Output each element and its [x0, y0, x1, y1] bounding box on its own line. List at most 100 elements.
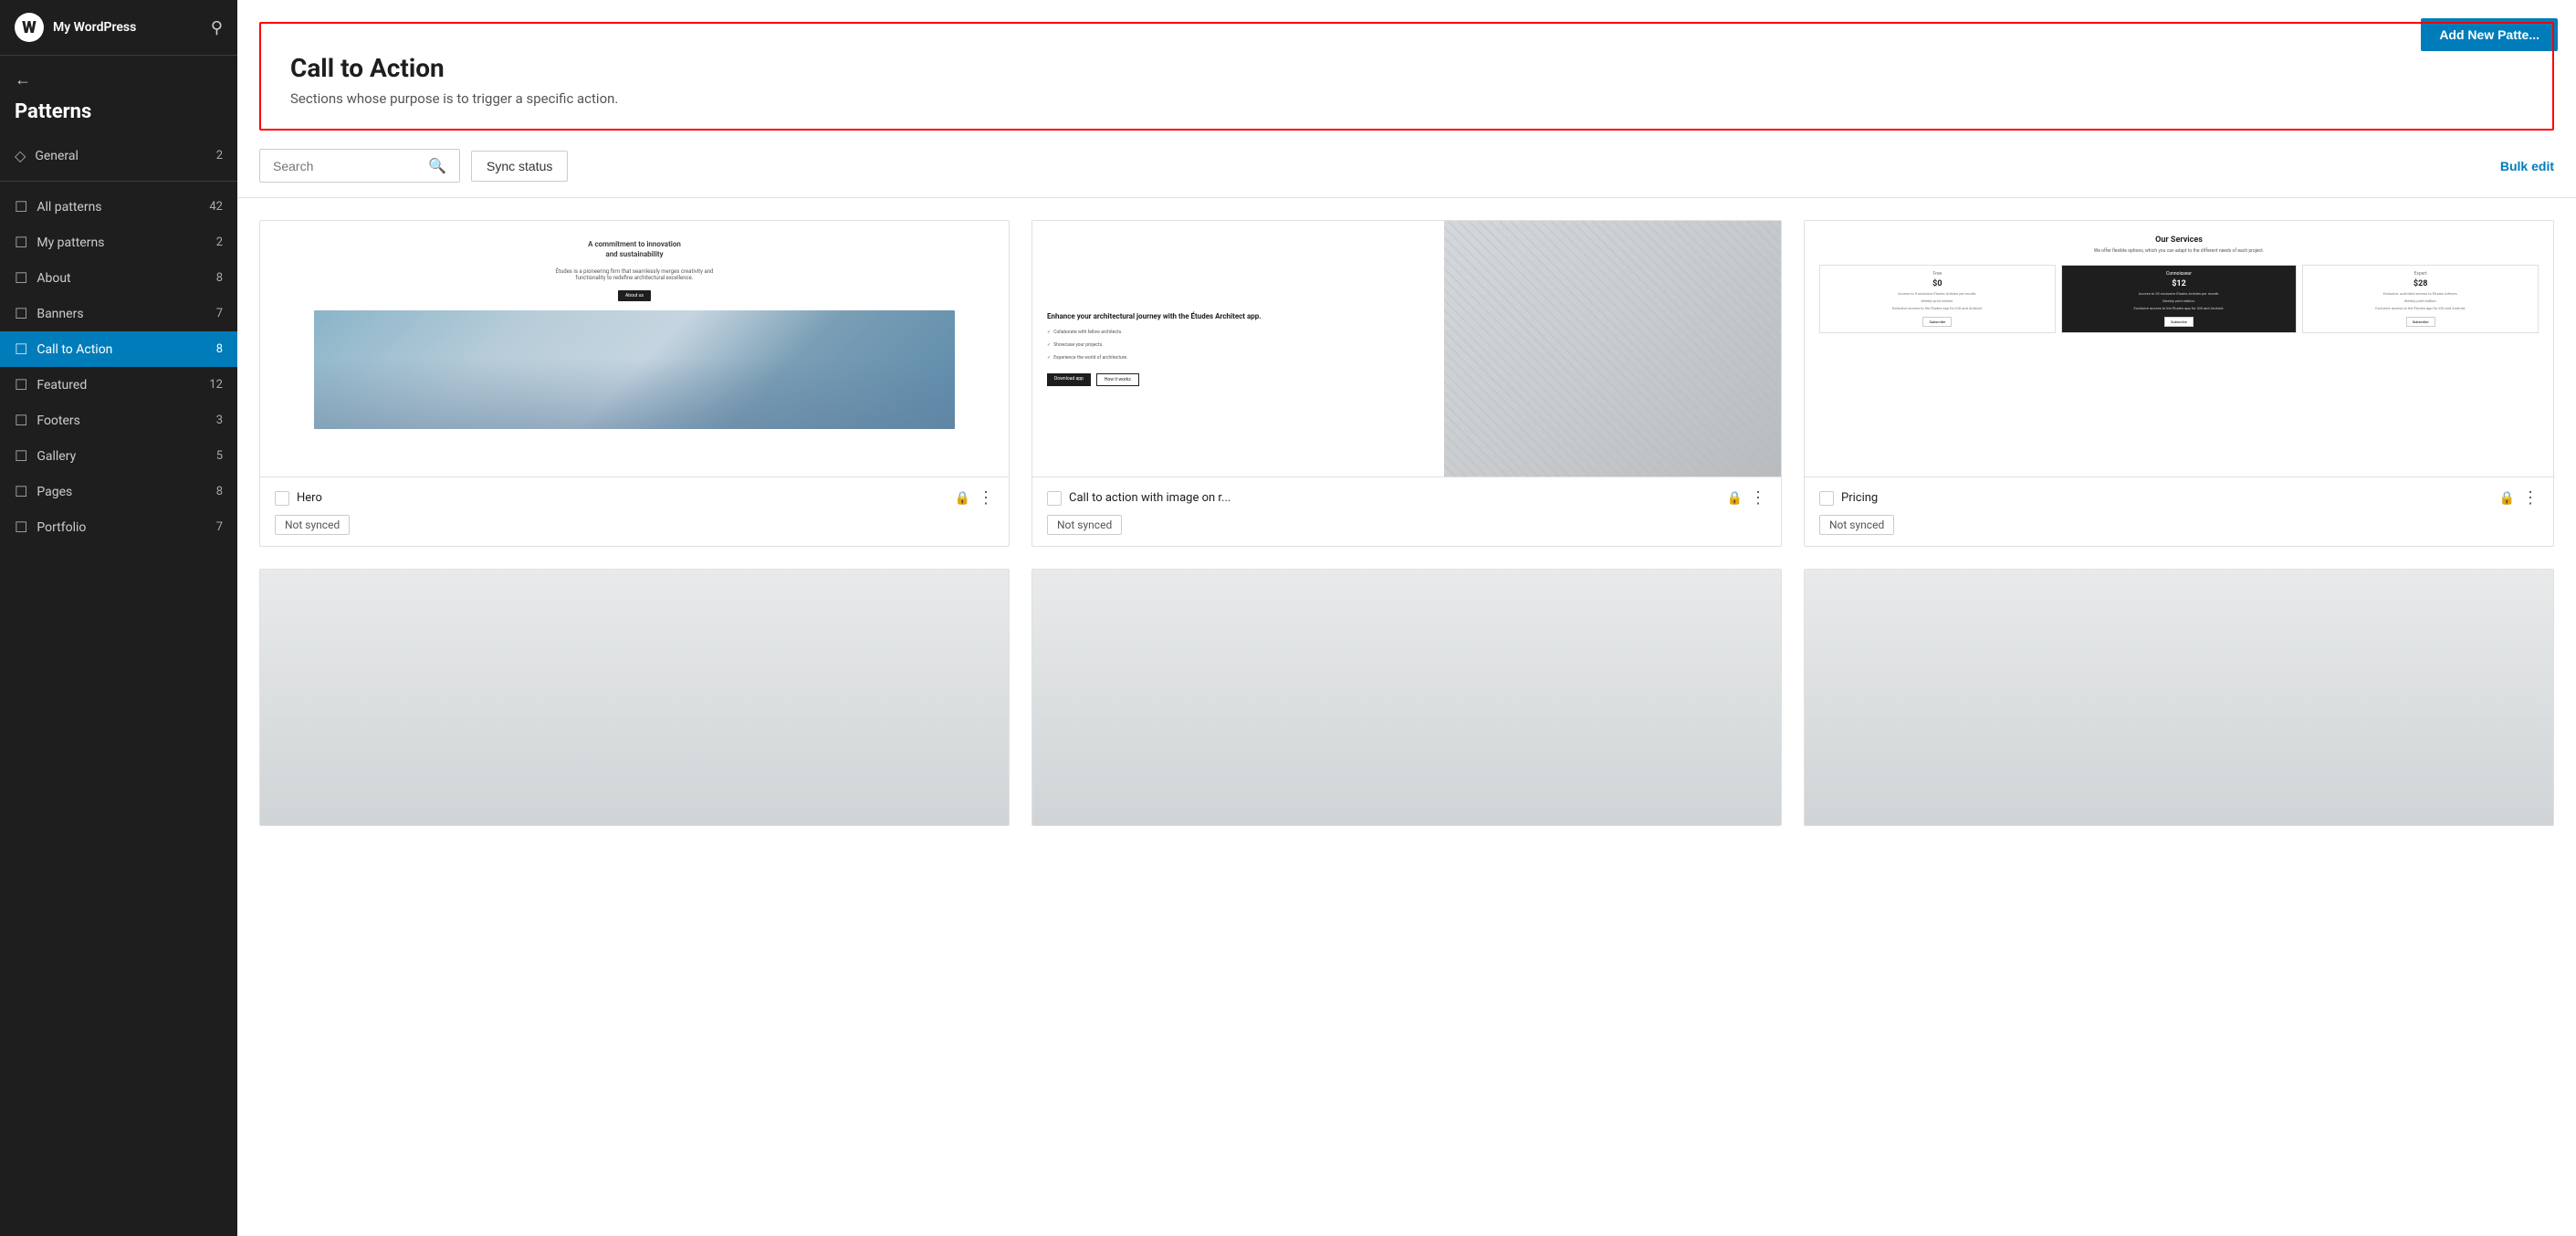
- sidebar-item-count-gallery: 5: [216, 449, 223, 463]
- wp-logo[interactable]: W: [15, 13, 44, 42]
- sidebar-item-label-call-to-action: Call to Action: [37, 342, 206, 357]
- sidebar-item-count-pages: 8: [216, 485, 223, 498]
- cta-preview-image: [1444, 221, 1781, 477]
- pattern-preview-pricing[interactable]: Our Services We offer flexible options, …: [1805, 221, 2553, 477]
- pricing-tier-expert: Expert: [2414, 271, 2427, 277]
- gallery-icon: ☐: [15, 447, 27, 465]
- header-search-icon[interactable]: ⚲: [211, 18, 223, 37]
- cta-pattern-name: Call to action with image on r...: [1069, 491, 1720, 505]
- hero-menu-icon[interactable]: ⋮: [978, 488, 994, 508]
- pricing-subscribe-connoisseur[interactable]: Subscribe: [2164, 317, 2194, 327]
- sidebar-item-pages[interactable]: ☐ Pages 8: [0, 474, 237, 509]
- pattern-preview-hero[interactable]: A commitment to innovationand sustainabi…: [260, 221, 1009, 477]
- hero-lock-icon: 🔒: [955, 491, 970, 506]
- sidebar-item-label-pages: Pages: [37, 485, 206, 499]
- sidebar-item-call-to-action[interactable]: ☐ Call to Action 8: [0, 331, 237, 367]
- sidebar-item-general[interactable]: ◇ General 2: [0, 138, 237, 173]
- pattern-card-placeholder-3: [1804, 569, 2554, 826]
- hero-checkbox[interactable]: [275, 491, 289, 506]
- bulk-edit-button[interactable]: Bulk edit: [2500, 159, 2554, 173]
- pattern-card-pricing: Our Services We offer flexible options, …: [1804, 220, 2554, 547]
- sidebar-item-count-portfolio: 7: [216, 520, 223, 534]
- toolbar: 🔍 Sync status Bulk edit: [237, 131, 2576, 198]
- sidebar-item-label-my-patterns: My patterns: [37, 236, 206, 250]
- cta-menu-icon[interactable]: ⋮: [1750, 488, 1766, 508]
- pattern-card-placeholder-2: [1031, 569, 1782, 826]
- pattern-card-name-row-cta: Call to action with image on r... 🔒 ⋮: [1047, 488, 1766, 508]
- hero-preview-subtitle: Études is a pioneering firm that seamles…: [556, 268, 714, 281]
- cta-text-side: Enhance your architectural journey with …: [1032, 221, 1444, 477]
- sidebar-item-count-all-patterns: 42: [209, 200, 223, 214]
- hero-preview-button: About us: [618, 290, 651, 301]
- my-patterns-icon: ☐: [15, 234, 27, 251]
- placeholder-3-preview: [1805, 570, 2553, 825]
- pricing-menu-icon[interactable]: ⋮: [2522, 488, 2539, 508]
- search-input[interactable]: [273, 159, 421, 173]
- pricing-subscribe-expert[interactable]: Subscribe: [2406, 317, 2435, 327]
- sidebar-item-gallery[interactable]: ☐ Gallery 5: [0, 438, 237, 474]
- sidebar-item-featured[interactable]: ☐ Featured 12: [0, 367, 237, 403]
- sidebar-item-portfolio[interactable]: ☐ Portfolio 7: [0, 509, 237, 545]
- sync-status-button[interactable]: Sync status: [471, 151, 568, 182]
- sidebar-item-my-patterns[interactable]: ☐ My patterns 2: [0, 225, 237, 260]
- pages-icon: ☐: [15, 483, 27, 500]
- sidebar-item-count-footers: 3: [216, 414, 223, 427]
- sidebar-item-label-banners: Banners: [37, 307, 206, 321]
- hero-preview-title: A commitment to innovationand sustainabi…: [588, 239, 681, 259]
- pattern-grid: A commitment to innovationand sustainabi…: [237, 198, 2576, 848]
- cta-preview-item-3: Experience the world of architecture.: [1047, 355, 1429, 361]
- sidebar-divider-1: [0, 181, 237, 182]
- cta-checkbox[interactable]: [1047, 491, 1062, 506]
- pattern-card-name-row-pricing: Pricing 🔒 ⋮: [1819, 488, 2539, 508]
- pattern-card-cta-image: Enhance your architectural journey with …: [1031, 220, 1782, 547]
- pricing-lock-icon: 🔒: [2499, 491, 2515, 506]
- pattern-card-footer-pricing: Pricing 🔒 ⋮ Not synced: [1805, 477, 2553, 546]
- back-arrow-icon: ←: [15, 70, 31, 89]
- pricing-col-connoisseur: Connoisseur $12 Access to 20 exclusive É…: [2061, 265, 2298, 333]
- pricing-col-expert: Expert $28 Exclusive, unlimited access t…: [2302, 265, 2539, 333]
- sidebar-item-all-patterns[interactable]: ☐ All patterns 42: [0, 189, 237, 225]
- sidebar-item-label-all-patterns: All patterns: [37, 200, 200, 215]
- pattern-preview-placeholder-3[interactable]: [1805, 570, 2553, 825]
- pattern-card-placeholder-1: [259, 569, 1010, 826]
- pricing-tier-connoisseur: Connoisseur: [2166, 271, 2192, 277]
- pricing-price-free: $0: [1932, 279, 1942, 288]
- banners-icon: ☐: [15, 305, 27, 322]
- pattern-card-hero: A commitment to innovationand sustainabi…: [259, 220, 1010, 547]
- hero-not-synced-badge: Not synced: [275, 515, 350, 535]
- pricing-checkbox[interactable]: [1819, 491, 1834, 506]
- footers-icon: ☐: [15, 412, 27, 429]
- sidebar-item-about[interactable]: ☐ About 8: [0, 260, 237, 296]
- sidebar-item-banners[interactable]: ☐ Banners 7: [0, 296, 237, 331]
- all-patterns-icon: ☐: [15, 198, 27, 215]
- pattern-preview-placeholder-1[interactable]: [260, 570, 1009, 825]
- hero-pattern-name: Hero: [297, 491, 948, 505]
- placeholder-2-preview: [1032, 570, 1781, 825]
- cta-lock-icon: 🔒: [1727, 491, 1743, 506]
- sidebar-item-label-gallery: Gallery: [37, 449, 206, 464]
- hero-preview-image: [314, 310, 955, 429]
- main-content: Add New Patte... Call to Action Sections…: [237, 0, 2576, 1236]
- search-box[interactable]: 🔍: [259, 149, 460, 183]
- sidebar-item-count-banners: 7: [216, 307, 223, 320]
- wp-logo-char: W: [22, 18, 37, 37]
- sidebar-item-label-general: General: [35, 149, 206, 163]
- pricing-preview-title: Our Services: [1819, 236, 2539, 245]
- sidebar-item-footers[interactable]: ☐ Footers 3: [0, 403, 237, 438]
- sidebar-item-label-about: About: [37, 271, 206, 286]
- sidebar-item-count-featured: 12: [209, 378, 223, 392]
- cta-preview-buttons: Download app How it works: [1047, 373, 1429, 386]
- search-icon: 🔍: [428, 157, 446, 174]
- pattern-card-footer-hero: Hero 🔒 ⋮ Not synced: [260, 477, 1009, 546]
- call-to-action-icon: ☐: [15, 340, 27, 358]
- pattern-preview-cta[interactable]: Enhance your architectural journey with …: [1032, 221, 1781, 477]
- pattern-preview-placeholder-2[interactable]: [1032, 570, 1781, 825]
- cta-not-synced-badge: Not synced: [1047, 515, 1122, 535]
- pricing-tier-free: Free: [1933, 271, 1942, 277]
- sidebar-back-button[interactable]: ←: [0, 56, 237, 97]
- cta-preview-item-1: Collaborate with fellow architects.: [1047, 330, 1429, 335]
- pricing-pattern-name: Pricing: [1841, 491, 2492, 505]
- sidebar-item-label-footers: Footers: [37, 414, 206, 428]
- page-header: Call to Action Sections whose purpose is…: [259, 22, 2554, 131]
- pricing-subscribe-free[interactable]: Subscribe: [1922, 317, 1952, 327]
